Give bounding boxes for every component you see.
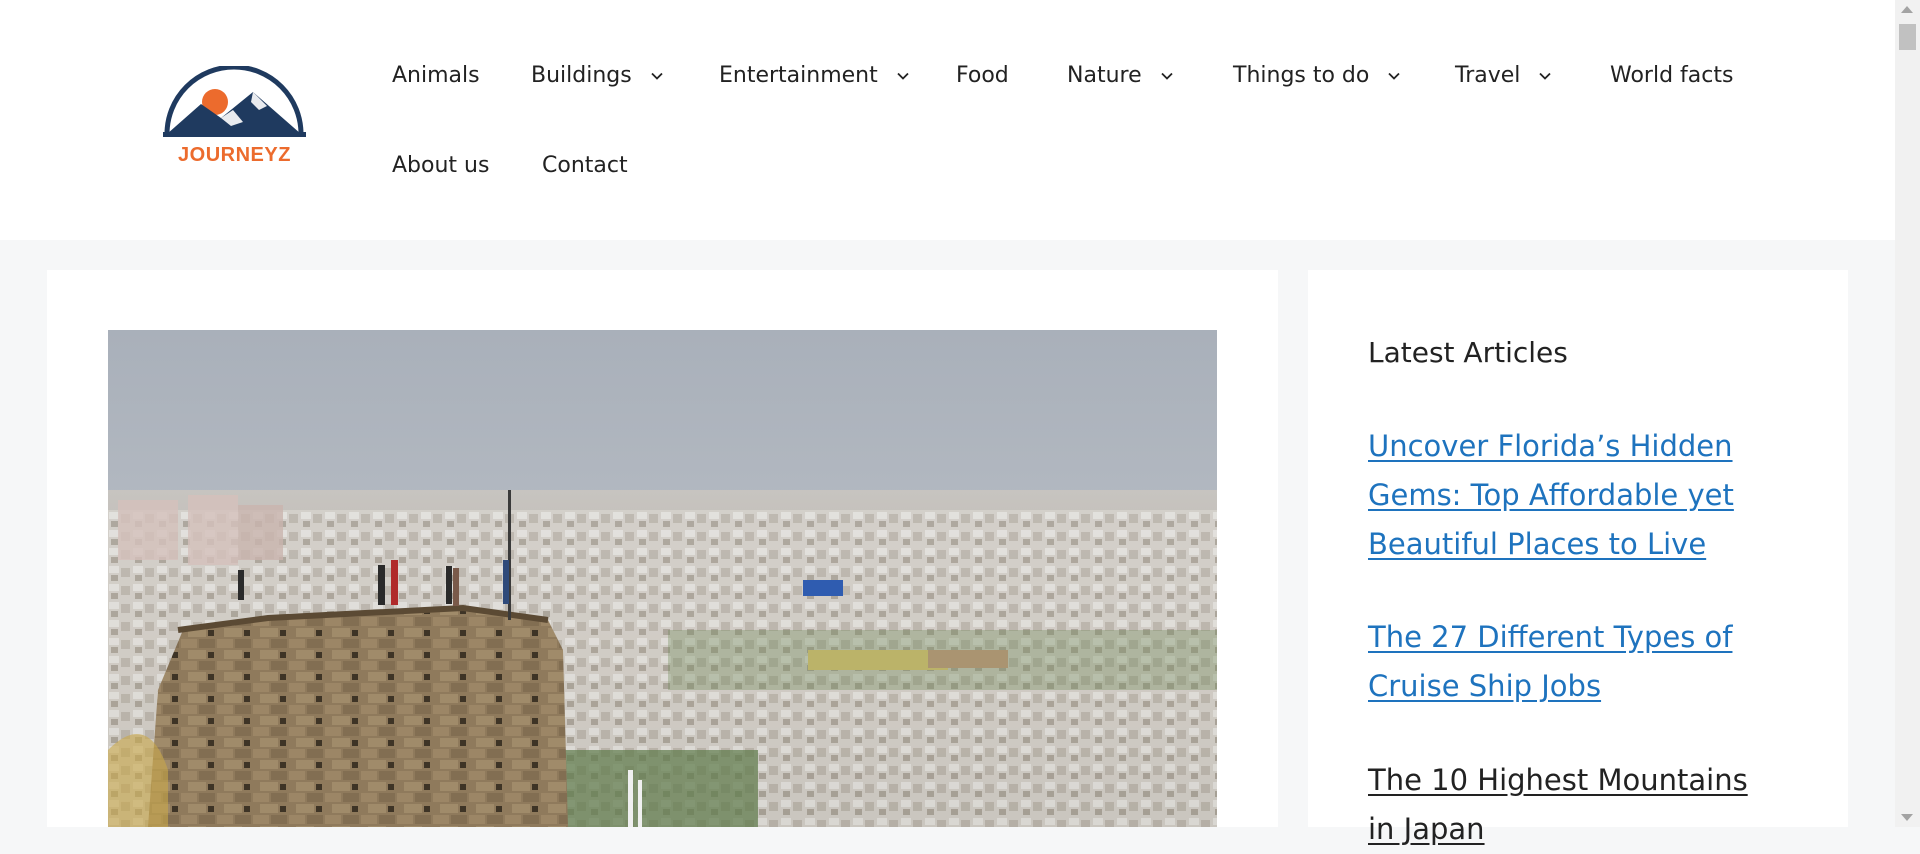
- nav-item-travel[interactable]: Travel: [1455, 63, 1552, 88]
- site-logo[interactable]: JOURNEYZ: [163, 66, 306, 169]
- nav-item-world-facts[interactable]: World facts: [1610, 63, 1733, 88]
- nav-item-label: Entertainment: [719, 63, 878, 88]
- chevron-down-icon: [651, 72, 663, 80]
- nav-item-label: Contact: [542, 153, 628, 178]
- latest-article-link[interactable]: The 10 Highest Mountains in Japan: [1368, 756, 1768, 854]
- featured-image: [108, 330, 1217, 827]
- latest-article-link[interactable]: Uncover Florida’s Hidden Gems: Top Affor…: [1368, 422, 1768, 569]
- nav-item-label: Buildings: [531, 63, 632, 88]
- nav-item-label: Travel: [1455, 63, 1521, 88]
- nav-item-about-us[interactable]: About us: [392, 153, 489, 178]
- nav-item-contact[interactable]: Contact: [542, 153, 628, 178]
- nav-item-nature[interactable]: Nature: [1067, 63, 1174, 88]
- scrollbar-thumb[interactable]: [1899, 24, 1916, 50]
- nav-item-buildings[interactable]: Buildings: [531, 63, 664, 88]
- chevron-down-icon: [1539, 72, 1552, 80]
- scroll-down-arrow-icon[interactable]: [1901, 814, 1913, 821]
- brand-name: JOURNEYZ: [178, 144, 291, 166]
- chevron-down-icon: [897, 72, 909, 80]
- latest-article-link[interactable]: The 27 Different Types of Cruise Ship Jo…: [1368, 613, 1768, 711]
- nav-item-entertainment[interactable]: Entertainment: [719, 63, 910, 88]
- page-scrollbar[interactable]: [1895, 0, 1920, 827]
- nav-item-label: Things to do: [1233, 63, 1370, 88]
- nav-item-label: Food: [956, 63, 1009, 88]
- nav-item-label: World facts: [1610, 63, 1734, 88]
- chevron-down-icon: [1388, 72, 1401, 80]
- sidebar: Latest Articles Uncover Florida’s Hidden…: [1308, 270, 1848, 846]
- main-content: [47, 270, 1278, 827]
- chevron-down-icon: [1160, 72, 1173, 80]
- nav-item-animals[interactable]: Animals: [392, 63, 480, 88]
- mountain-sun-icon: [163, 66, 306, 137]
- nav-item-label: Animals: [392, 63, 480, 88]
- nav-item-things-to-do[interactable]: Things to do: [1233, 63, 1401, 88]
- nav-item-food[interactable]: Food: [956, 63, 1009, 88]
- site-header: JOURNEYZ Animals Buildings Entertainment…: [0, 0, 1895, 240]
- sidebar-title: Latest Articles: [1368, 336, 1568, 369]
- nav-item-label: About us: [392, 153, 490, 178]
- nav-item-label: Nature: [1067, 63, 1142, 88]
- scroll-up-arrow-icon[interactable]: [1901, 6, 1913, 13]
